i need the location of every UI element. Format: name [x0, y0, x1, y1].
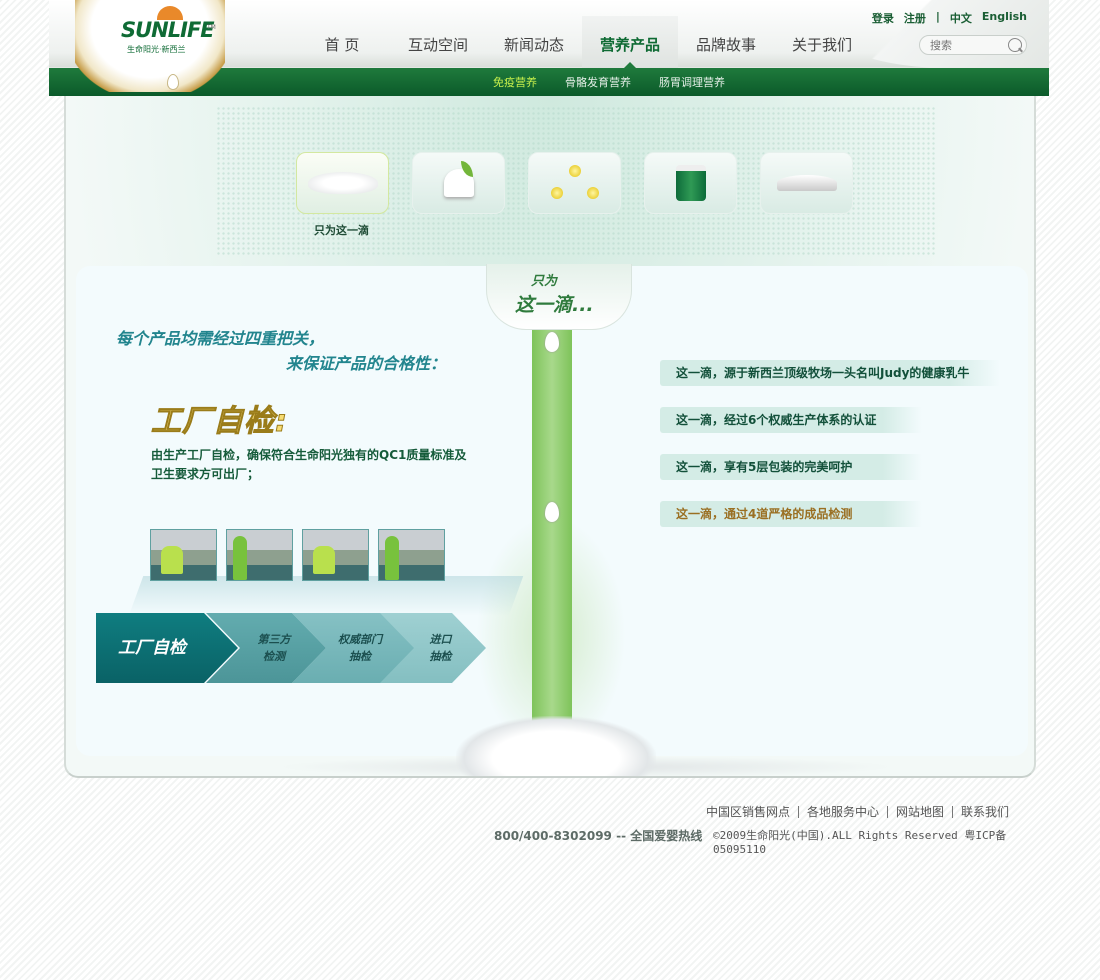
nav-interactive-space[interactable]: 互动空间: [390, 16, 486, 68]
milk-splash-graphic: [456, 716, 656, 776]
brand-logo[interactable]: SUNLIFE TM 生命阳光·新西兰: [75, 0, 225, 92]
nav-news[interactable]: 新闻动态: [486, 16, 582, 68]
footer-link-contact[interactable]: 联系我们: [951, 806, 1017, 818]
section-title: 工厂自检:: [151, 404, 288, 440]
subnav-gut[interactable]: 肠胃调理营养: [645, 74, 739, 90]
slogan-tab: 只为 这一滴...: [486, 264, 632, 330]
list-item[interactable]: 这一滴，享有5层包装的完美呵护: [660, 454, 922, 480]
factory-photo[interactable]: [150, 529, 217, 581]
nav-brand-story[interactable]: 品牌故事: [678, 16, 774, 68]
footer-links: 中国区销售网点 各地服务中心 网站地图 联系我们: [698, 806, 1017, 818]
tile-heart-sprout[interactable]: [412, 152, 505, 214]
list-item[interactable]: 这一滴，通过4道严格的成品检测: [660, 501, 922, 527]
milk-drop-icon: [545, 332, 559, 352]
factory-photo[interactable]: [302, 529, 369, 581]
copyright: ©2009生命阳光(中国).ALL Rights Reserved 粤ICP备0…: [713, 829, 1007, 856]
nav-about-us[interactable]: 关于我们: [774, 16, 870, 68]
feature-list: 这一滴，源于新西兰顶级牧场一头名叫Judy的健康乳牛 这一滴，经过6个权威生产体…: [660, 360, 1000, 548]
section-description: 由生产工厂自检，确保符合生命阳光独有的QC1质量标准及卫生要求方可出厂；: [151, 448, 467, 481]
lang-chinese-link[interactable]: 中文: [950, 10, 972, 26]
milk-splash-icon: [307, 172, 378, 194]
nav-home[interactable]: 首 页: [294, 16, 390, 68]
search-box: [919, 35, 1027, 55]
footer-link-service[interactable]: 各地服务中心: [797, 806, 887, 818]
milk-can-icon: [675, 165, 706, 201]
logo-subtitle: 生命阳光·新西兰: [127, 45, 186, 54]
nav-products[interactable]: 营养产品: [582, 16, 678, 68]
content-card: 只为 这一滴... 每个产品均需经过四重把关， 来保证产品的合格性： 工厂自检:…: [76, 264, 1028, 778]
photo-reflection: [128, 576, 524, 616]
register-link[interactable]: 注册: [904, 10, 926, 26]
list-item[interactable]: 这一滴，经过6个权威生产体系的认证: [660, 407, 922, 433]
book-icon: [776, 175, 837, 191]
active-tile-label: 只为这一滴: [314, 224, 369, 237]
tile-molecule[interactable]: [528, 152, 621, 214]
tile-milk-splash[interactable]: [296, 152, 389, 214]
feature-icon-row: [296, 152, 853, 214]
step-label: 工厂自检: [118, 637, 186, 658]
list-item[interactable]: 这一滴，源于新西兰顶级牧场一头名叫Judy的健康乳牛: [660, 360, 1000, 386]
top-links: 登录 注册 | 中文 English: [872, 10, 1027, 26]
milk-drop-icon: [545, 502, 559, 522]
subnav-immune[interactable]: 免疫营养: [479, 74, 551, 90]
factory-photo[interactable]: [226, 529, 293, 581]
tile-milk-can[interactable]: [644, 152, 737, 214]
factory-photo[interactable]: [378, 529, 445, 581]
headline-line1: 每个产品均需经过四重把关，: [116, 329, 325, 348]
logo-tm: TM: [207, 24, 216, 31]
link-separator: |: [935, 10, 940, 23]
logo-text: SUNLIFE: [121, 18, 215, 42]
headline: 每个产品均需经过四重把关， 来保证产品的合格性：: [116, 326, 446, 376]
footer-link-sales[interactable]: 中国区销售网点: [698, 806, 798, 818]
footer-link-sitemap[interactable]: 网站地图: [886, 806, 952, 818]
hotline: 800/400-8302099 -- 全国爱婴热线: [494, 829, 703, 843]
quality-check-steps: 进口 抽检 权威部门 抽检 第三方 检测 工厂自检: [96, 613, 496, 683]
subnav-bone[interactable]: 骨骼发育营养: [551, 74, 645, 90]
headline-line2: 来保证产品的合格性：: [286, 354, 447, 373]
site-header: SUNLIFE TM 生命阳光·新西兰 登录 注册 | 中文 English 首…: [49, 0, 1049, 96]
milk-stream: [532, 326, 572, 746]
milk-drop-icon: [167, 74, 179, 90]
step-label: 权威部门 抽检: [338, 633, 382, 663]
search-icon[interactable]: [1008, 38, 1022, 52]
login-link[interactable]: 登录: [872, 10, 894, 26]
product-subnav: 免疫营养 骨骼发育营养 肠胃调理营养: [479, 74, 739, 90]
step-label: 进口 抽检: [429, 633, 452, 663]
search-input[interactable]: [930, 38, 1006, 52]
slogan-line1: 只为: [531, 274, 558, 289]
main-panel: 只为这一滴 只为 这一滴... 每个产品均需经过四重把关， 来保证产品的合格性：…: [64, 96, 1036, 778]
step-label: 第三方 检测: [257, 633, 291, 663]
main-nav: 首 页 互动空间 新闻动态 营养产品 品牌故事 关于我们: [294, 16, 870, 68]
molecule-icon: [549, 165, 601, 201]
tile-book[interactable]: [760, 152, 853, 214]
lang-english-link[interactable]: English: [982, 10, 1027, 26]
factory-photos: [150, 529, 445, 581]
slogan-line2: 这一滴...: [515, 294, 594, 316]
